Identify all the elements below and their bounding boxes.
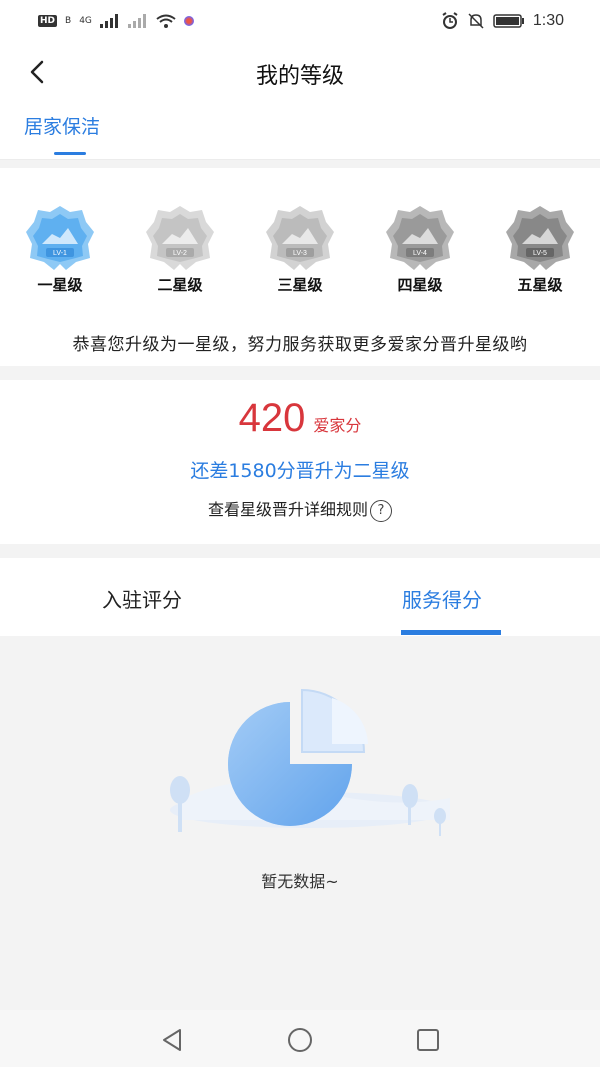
tab-home-cleaning[interactable]: 居家保洁	[24, 112, 100, 139]
clock: 1:30	[532, 12, 564, 29]
empty-state: 暂无数据~	[0, 636, 600, 1010]
score-unit: 爱家分	[313, 416, 362, 435]
signal-2-icon	[127, 14, 146, 28]
level-3-label: 三星级	[277, 276, 323, 294]
mute-icon	[468, 13, 484, 29]
recents-square-icon[interactable]	[414, 1026, 442, 1054]
level-3-badge-icon: LV-3	[266, 206, 334, 270]
status-left: HD B 4G	[38, 14, 194, 28]
app-notification-icon	[183, 16, 194, 26]
back-triangle-icon[interactable]	[158, 1026, 186, 1054]
level-5-badge-icon: LV-5	[506, 206, 574, 270]
level-item-5: LV-5 五星级	[490, 204, 590, 295]
wifi-icon	[156, 14, 176, 28]
level-5-badge-text: LV-5	[533, 250, 547, 257]
carrier-label: B	[65, 16, 72, 26]
level-item-4: LV-4 四星级	[370, 204, 470, 295]
level-section: LV-1 一星级 LV-2 二星级 LV-3 三星级 LV-4 四星级 LV-5…	[0, 168, 600, 366]
level-3-badge-text: LV-3	[293, 250, 307, 257]
level-item-2: LV-2 二星级	[130, 204, 230, 295]
level-2-badge-text: LV-2	[173, 250, 187, 257]
empty-message: 暂无数据~	[261, 872, 339, 891]
home-circle-icon[interactable]	[286, 1026, 314, 1054]
page-title: 我的等级	[255, 64, 344, 89]
system-navigation-bar	[0, 1010, 600, 1067]
level-1-badge-icon: LV-1	[26, 206, 94, 270]
status-right: 1:30	[441, 12, 564, 30]
pie-chart-empty-icon	[170, 688, 450, 836]
help-icon[interactable]: ?	[370, 499, 392, 522]
network-label: 4G	[79, 16, 92, 26]
score-tabs: 入驻评分 服务得分	[0, 558, 600, 636]
tab-service-score[interactable]: 服务得分	[402, 584, 482, 613]
level-2-label: 二星级	[157, 276, 203, 294]
rules-link[interactable]: 查看星级晋升详细规则?	[0, 496, 600, 522]
level-1-label: 一星级	[37, 276, 83, 294]
header: 我的等级	[0, 42, 600, 104]
congrats-message: 恭喜您升级为一星级，努力服务获取更多爱家分晋升星级哟	[72, 335, 528, 355]
level-item-3: LV-3 三星级	[250, 204, 350, 295]
tab-indicator	[54, 152, 86, 155]
score-line: 420 爱家分	[0, 396, 600, 441]
level-badges: LV-1 一星级 LV-2 二星级 LV-3 三星级 LV-4 四星级 LV-5…	[0, 204, 600, 304]
battery-icon	[493, 14, 524, 28]
upgrade-requirement: 还差1580分晋升为二星级	[190, 460, 410, 482]
level-2-badge-icon: LV-2	[146, 206, 214, 270]
alarm-icon	[442, 12, 458, 29]
score-section: 420 爱家分 还差1580分晋升为二星级 查看星级晋升详细规则?	[0, 380, 600, 544]
status-bar: HD B 4G 1:30	[0, 0, 600, 42]
level-4-label: 四星级	[397, 276, 443, 294]
signal-icon	[99, 14, 118, 28]
active-tab-indicator	[401, 630, 501, 635]
category-tab-bar: 居家保洁	[0, 104, 600, 160]
score-value: 420	[238, 396, 306, 440]
hd-icon: HD	[38, 15, 58, 27]
level-1-badge-text: LV-1	[53, 250, 67, 257]
level-4-badge-text: LV-4	[413, 250, 427, 257]
tab-onboarding-score[interactable]: 入驻评分	[102, 584, 182, 613]
level-5-label: 五星级	[517, 276, 563, 294]
level-item-1: LV-1 一星级	[10, 204, 110, 295]
rules-link-label: 查看星级晋升详细规则	[207, 500, 368, 519]
level-4-badge-icon: LV-4	[386, 206, 454, 270]
